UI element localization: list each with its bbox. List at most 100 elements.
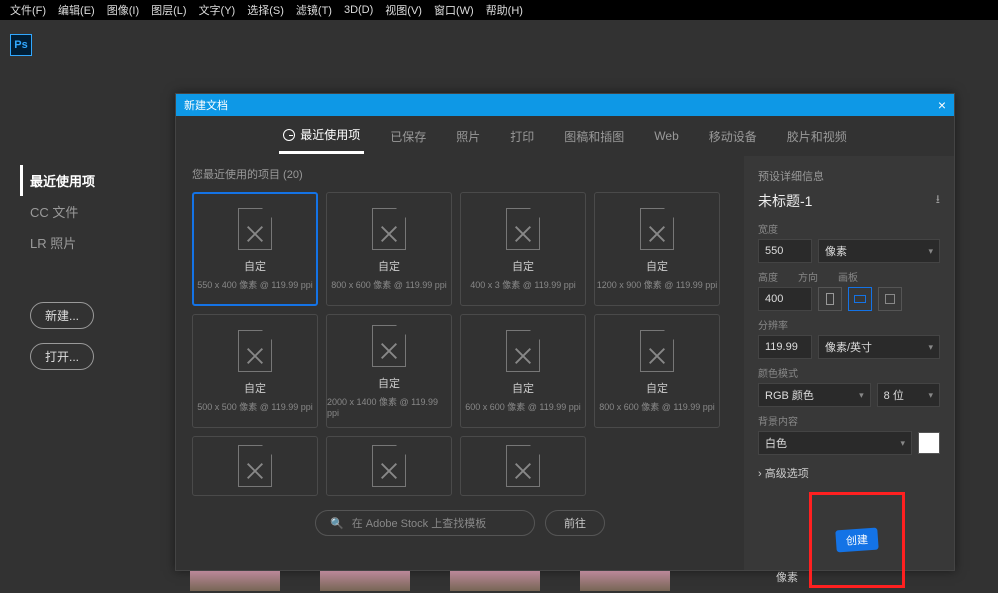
menu-view[interactable]: 视图(V) (379, 2, 428, 18)
close-icon[interactable]: × (938, 97, 946, 113)
preset-item[interactable] (326, 436, 452, 496)
preset-item[interactable]: 自定1200 x 900 像素 @ 119.99 ppi (594, 192, 720, 306)
preset-item[interactable]: 自定 800 x 600 像素 @ 119.99 ppi (594, 314, 720, 428)
orientation-portrait[interactable] (818, 287, 842, 311)
preset-item[interactable]: 自定 600 x 600 像素 @ 119.99 ppi (460, 314, 586, 428)
app-logo: Ps (10, 34, 32, 56)
preset-item[interactable] (460, 436, 586, 496)
stock-search-input[interactable]: 🔍 在 Adobe Stock 上查找模板 (315, 510, 535, 536)
orientation-label: 方向 (798, 269, 818, 284)
document-icon (506, 445, 540, 487)
preset-name: 自定 (646, 380, 668, 396)
document-name[interactable]: 未标题-1 (758, 191, 812, 211)
dialog-title: 新建文档 (184, 97, 228, 113)
document-icon (506, 208, 540, 250)
tab-art[interactable]: 图稿和插图 (560, 120, 628, 153)
preset-name: 自定 (244, 380, 266, 396)
menu-help[interactable]: 帮助(H) (480, 2, 529, 18)
document-icon (238, 445, 272, 487)
preset-item[interactable]: 自定 550 x 400 像素 @ 119.99 ppi (192, 192, 318, 306)
preset-meta: 500 x 500 像素 @ 119.99 ppi (197, 400, 313, 413)
document-icon (238, 208, 272, 250)
color-depth-select[interactable]: 8 位▾ (877, 383, 940, 407)
background-select[interactable]: 白色▾ (758, 431, 912, 455)
width-unit-select[interactable]: 像素▾ (818, 239, 940, 263)
artboard-label: 画板 (838, 269, 858, 284)
annotation-highlight: 创建 (809, 492, 905, 588)
advanced-options-toggle[interactable]: › 高级选项 (758, 465, 940, 481)
tab-recent[interactable]: 最近使用项 (279, 118, 364, 154)
preset-meta: 550 x 400 像素 @ 119.99 ppi (197, 278, 313, 291)
sidebar-lr-photos[interactable]: LR 照片 (30, 227, 175, 258)
thumb[interactable] (320, 571, 410, 591)
menu-type[interactable]: 文字(Y) (193, 2, 242, 18)
menu-filter[interactable]: 滤镜(T) (290, 2, 338, 18)
menu-window[interactable]: 窗口(W) (428, 2, 480, 18)
preset-item[interactable]: 自定800 x 600 像素 @ 119.99 ppi (326, 192, 452, 306)
recent-count-label: 您最近使用的项目 (20) (192, 166, 728, 182)
document-icon (640, 330, 674, 372)
search-icon: 🔍 (330, 517, 344, 530)
preset-meta: 800 x 600 像素 @ 119.99 ppi (331, 278, 447, 291)
clock-icon (283, 129, 295, 141)
tab-mobile[interactable]: 移动设备 (705, 120, 761, 153)
thumb[interactable] (580, 571, 670, 591)
menu-3d[interactable]: 3D(D) (338, 4, 379, 16)
create-button[interactable]: 创建 (835, 528, 878, 553)
orientation-landscape[interactable] (848, 287, 872, 311)
preset-item[interactable] (192, 436, 318, 496)
menu-layer[interactable]: 图层(L) (145, 2, 192, 18)
color-mode-select[interactable]: RGB 颜色▾ (758, 383, 871, 407)
color-mode-label: 颜色模式 (758, 365, 940, 380)
open-button[interactable]: 打开... (30, 343, 94, 370)
stock-go-button[interactable]: 前往 (545, 510, 605, 536)
menu-bar: 文件(F) 编辑(E) 图像(I) 图层(L) 文字(Y) 选择(S) 滤镜(T… (0, 0, 998, 20)
tab-photo[interactable]: 照片 (452, 120, 484, 153)
thumb[interactable] (450, 571, 540, 591)
preset-meta: 2000 x 1400 像素 @ 119.99 ppi (327, 395, 451, 418)
dialog-titlebar: 新建文档 × (176, 94, 954, 116)
preset-meta: 800 x 600 像素 @ 119.99 ppi (599, 400, 715, 413)
height-input[interactable] (758, 287, 812, 311)
preset-meta: 400 x 3 像素 @ 119.99 ppi (470, 278, 576, 291)
home-sidebar: 最近使用项 CC 文件 LR 照片 新建... 打开... (0, 70, 175, 370)
preset-item[interactable]: 自定 500 x 500 像素 @ 119.99 ppi (192, 314, 318, 428)
document-icon (372, 445, 406, 487)
menu-edit[interactable]: 编辑(E) (52, 2, 101, 18)
artboard-checkbox[interactable] (878, 287, 902, 311)
tab-web[interactable]: Web (650, 121, 682, 151)
menu-image[interactable]: 图像(I) (101, 2, 145, 18)
preset-name: 自定 (512, 380, 534, 396)
preset-name: 自定 (378, 375, 400, 391)
preset-item[interactable]: 自定400 x 3 像素 @ 119.99 ppi (460, 192, 586, 306)
tab-print[interactable]: 打印 (506, 120, 538, 153)
save-preset-icon[interactable]: ⭳ (936, 190, 940, 211)
width-input[interactable] (758, 239, 812, 263)
tab-saved[interactable]: 已保存 (386, 120, 430, 153)
category-tabs: 最近使用项 已保存 照片 打印 图稿和插图 Web 移动设备 胶片和视频 (176, 116, 954, 156)
document-icon (506, 330, 540, 372)
sidebar-recent[interactable]: 最近使用项 (20, 165, 175, 196)
recent-thumbnails (190, 571, 670, 591)
menu-select[interactable]: 选择(S) (241, 2, 290, 18)
new-button[interactable]: 新建... (30, 302, 94, 329)
height-label: 高度 (758, 269, 778, 284)
preset-name: 自定 (244, 258, 266, 274)
document-icon (238, 330, 272, 372)
thumb[interactable] (190, 571, 280, 591)
preset-item[interactable]: 自定 2000 x 1400 像素 @ 119.99 ppi (326, 314, 452, 428)
presets-area: 您最近使用的项目 (20) 自定 550 x 400 像素 @ 119.99 pp… (176, 156, 744, 570)
tab-film[interactable]: 胶片和视频 (783, 120, 851, 153)
sidebar-cc-files[interactable]: CC 文件 (30, 196, 175, 227)
resolution-unit-select[interactable]: 像素/英寸▾ (818, 335, 940, 359)
background-label: 背景内容 (758, 413, 940, 428)
preset-meta: 1200 x 900 像素 @ 119.99 ppi (597, 278, 718, 291)
preset-meta: 600 x 600 像素 @ 119.99 ppi (465, 400, 581, 413)
width-label: 宽度 (758, 221, 940, 236)
resolution-input[interactable] (758, 335, 812, 359)
details-header: 预设详细信息 (758, 168, 940, 184)
menu-file[interactable]: 文件(F) (4, 2, 52, 18)
app-toolbar: Ps (0, 20, 998, 70)
document-icon (640, 208, 674, 250)
background-swatch[interactable] (918, 432, 940, 454)
